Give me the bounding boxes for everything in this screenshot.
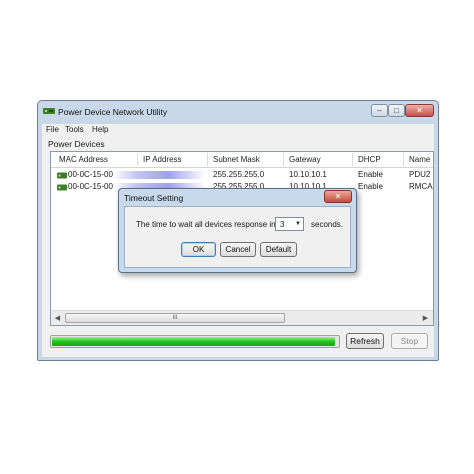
- cell-gateway: 10.10.10.1: [289, 170, 327, 179]
- stop-button[interactable]: Stop: [391, 333, 428, 349]
- column-ip-address[interactable]: IP Address: [143, 155, 182, 164]
- progress-bar: [50, 335, 340, 348]
- network-device-icon: [57, 172, 67, 179]
- refresh-button[interactable]: Refresh: [346, 333, 384, 349]
- menu-bar: File Tools Help: [42, 124, 434, 135]
- cancel-button[interactable]: Cancel: [220, 242, 256, 257]
- timeout-select[interactable]: 3 ▼: [275, 217, 304, 231]
- menu-file[interactable]: File: [46, 125, 59, 134]
- network-device-icon: [57, 184, 67, 191]
- title-bar[interactable]: Power Device Network Utility – □ ✕: [38, 101, 438, 123]
- redacted-ip-address: [113, 171, 205, 179]
- column-dhcp[interactable]: DHCP: [358, 155, 381, 164]
- default-button[interactable]: Default: [260, 242, 297, 257]
- column-divider[interactable]: [137, 153, 138, 166]
- ok-button[interactable]: OK: [181, 242, 216, 257]
- horizontal-scrollbar[interactable]: ◀ III ▶: [51, 310, 433, 325]
- cell-subnet-mask: 255.255.255.0: [213, 170, 265, 179]
- cell-mac-address: 00-0C-15-00: [68, 182, 113, 191]
- column-name[interactable]: Name: [409, 155, 430, 164]
- maximize-button[interactable]: □: [388, 104, 405, 117]
- triangle-down-icon[interactable]: ▼: [295, 221, 301, 227]
- scrollbar-thumb[interactable]: III: [65, 313, 285, 323]
- scroll-left-arrow-icon[interactable]: ◀: [52, 313, 63, 324]
- menu-tools[interactable]: Tools: [65, 125, 84, 134]
- timeout-message: The time to wait all devices response in: [136, 220, 276, 229]
- table-row[interactable]: 00-0C-15-00 255.255.255.0 10.10.10.1 Ena…: [51, 170, 433, 181]
- dialog-close-button[interactable]: ✕: [324, 190, 352, 203]
- list-header: MAC Address IP Address Subnet Mask Gatew…: [51, 152, 433, 168]
- cell-dhcp: Enable: [358, 182, 383, 191]
- scroll-right-arrow-icon[interactable]: ▶: [420, 313, 431, 324]
- cell-name: RMCA: [409, 182, 433, 191]
- progress-fill: [52, 337, 335, 346]
- column-divider[interactable]: [283, 153, 284, 166]
- network-device-icon: [43, 108, 55, 114]
- window-title: Power Device Network Utility: [58, 107, 168, 117]
- cell-mac-address: 00-0C-15-00: [68, 170, 113, 179]
- column-divider[interactable]: [207, 153, 208, 166]
- menu-help[interactable]: Help: [92, 125, 108, 134]
- dialog-body: The time to wait all devices response in…: [124, 206, 351, 268]
- column-divider[interactable]: [352, 153, 353, 166]
- column-subnet-mask[interactable]: Subnet Mask: [213, 155, 260, 164]
- column-mac-address[interactable]: MAC Address: [59, 155, 108, 164]
- power-devices-label: Power Devices: [48, 139, 105, 149]
- dialog-title: Timeout Setting: [124, 193, 184, 203]
- timeout-dialog: Timeout Setting ✕ The time to wait all d…: [118, 188, 357, 273]
- timeout-unit: seconds.: [311, 220, 344, 229]
- minimize-button[interactable]: –: [371, 104, 388, 117]
- timeout-value: 3: [280, 220, 285, 229]
- cell-dhcp: Enable: [358, 170, 383, 179]
- close-button[interactable]: ✕: [405, 104, 434, 117]
- column-gateway[interactable]: Gateway: [289, 155, 321, 164]
- cell-name: PDU2: [409, 170, 431, 179]
- column-divider[interactable]: [403, 153, 404, 166]
